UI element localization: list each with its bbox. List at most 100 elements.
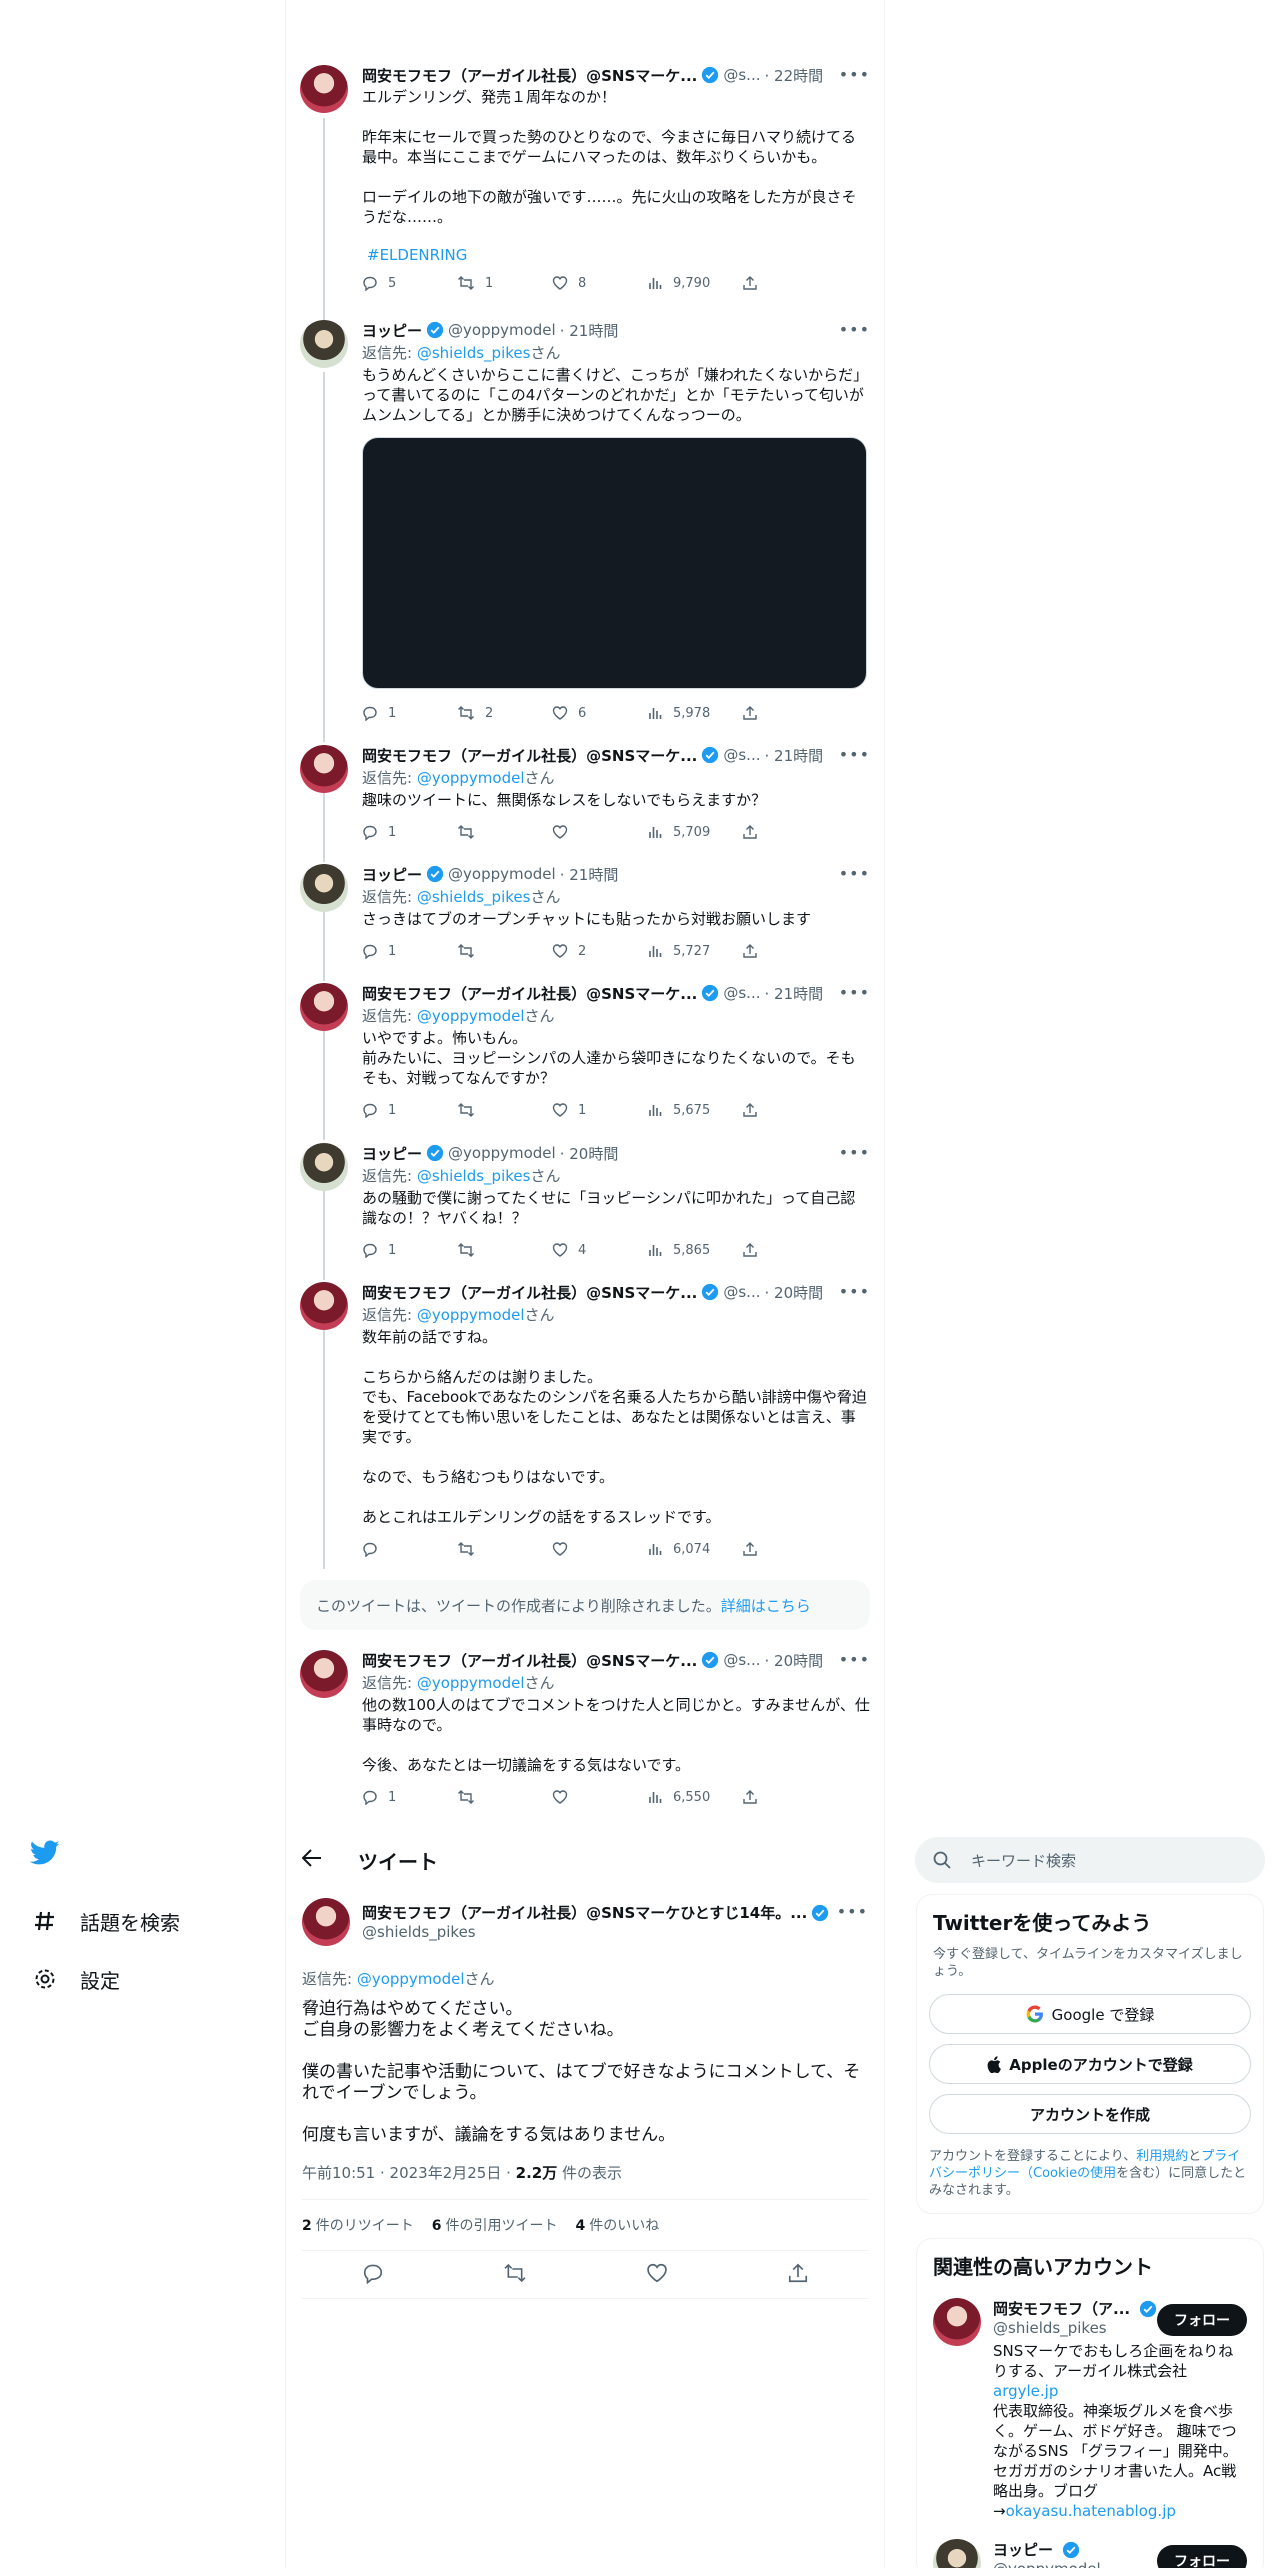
reply-mention[interactable]: @yoppymodel (417, 1306, 525, 1324)
avatar[interactable] (300, 320, 348, 368)
bio-link[interactable]: argyle.jp (993, 2382, 1058, 2400)
avatar[interactable] (300, 65, 348, 113)
video-media[interactable] (362, 437, 867, 689)
like-button[interactable]: 2 (552, 943, 647, 959)
bio-link[interactable]: okayasu.hatenablog.jp (1006, 2502, 1176, 2520)
views-button[interactable]: 5,865 (647, 1242, 742, 1258)
back-arrow-icon[interactable] (301, 1848, 338, 1872)
terms-link[interactable]: 利用規約 (1136, 2149, 1188, 2164)
hashtag-link[interactable]: #ELDENRING (362, 245, 870, 265)
reply-button[interactable]: 5 (362, 275, 457, 291)
author-name[interactable]: ヨッピー (362, 320, 422, 341)
author-name[interactable]: ヨッピー (362, 1143, 422, 1164)
related-account[interactable]: 岡安モフモフ（ア... @shields_pikes フォロー SNSマーケでお… (933, 2298, 1247, 2521)
more-options-icon[interactable]: ••• (839, 320, 870, 339)
more-options-icon[interactable]: ••• (839, 864, 870, 883)
share-button[interactable] (742, 1789, 772, 1805)
author-handle[interactable]: @s... (723, 984, 760, 1002)
reply-icon[interactable] (362, 2262, 384, 2288)
share-button[interactable] (742, 1102, 772, 1118)
reply-button[interactable]: 1 (362, 1242, 457, 1258)
more-options-icon[interactable]: ••• (839, 65, 870, 84)
thread-tweet[interactable]: ヨッピー @yoppymodel · 21時間 ••• 返信先: @shield… (300, 864, 870, 961)
twitter-logo-icon[interactable] (29, 1840, 260, 1884)
avatar[interactable] (302, 1898, 350, 1946)
retweet-icon[interactable] (503, 2262, 527, 2288)
more-options-icon[interactable]: ••• (839, 745, 870, 764)
share-button[interactable] (742, 1541, 772, 1557)
reply-button[interactable]: 1 (362, 824, 457, 840)
related-account[interactable]: ヨッピー @yoppymodel フォロー (933, 2539, 1247, 2568)
author-handle[interactable]: @s... (723, 66, 760, 84)
views-button[interactable]: 5,978 (647, 705, 742, 721)
more-options-icon[interactable]: ••• (839, 983, 870, 1002)
avatar[interactable] (933, 2298, 981, 2346)
reply-mention[interactable]: @shields_pikes (417, 344, 531, 362)
avatar[interactable] (300, 1650, 348, 1698)
thread-tweet[interactable]: 岡安モフモフ（アーガイル社長）@SNSマーケ... @s... · 21時間 •… (300, 983, 870, 1120)
author-name[interactable]: 岡安モフモフ（アーガイル社長）@SNSマーケ... (362, 745, 697, 766)
more-options-icon[interactable]: ••• (839, 1282, 870, 1301)
like-button[interactable]: 4 (552, 1242, 647, 1258)
views-button[interactable]: 6,550 (647, 1789, 742, 1805)
author-handle[interactable]: @yoppymodel (448, 1144, 556, 1162)
google-signup-button[interactable]: Google で登録 (929, 1994, 1251, 2034)
retweet-button[interactable] (457, 1102, 552, 1118)
share-button[interactable] (742, 1242, 772, 1258)
author-name[interactable]: 岡安モフモフ（アーガイル社長）@SNSマーケ... (362, 983, 697, 1004)
reply-mention[interactable]: @shields_pikes (417, 888, 531, 906)
account-name[interactable]: ヨッピー (993, 2539, 1053, 2560)
reply-button[interactable]: 1 (362, 943, 457, 959)
share-button[interactable] (742, 824, 772, 840)
retweet-button[interactable] (457, 1789, 552, 1805)
more-options-icon[interactable]: ••• (839, 1650, 870, 1669)
views-button[interactable]: 6,074 (647, 1541, 742, 1557)
author-name[interactable]: 岡安モフモフ（アーガイル社長）@SNSマーケ... (362, 1282, 697, 1303)
heart-icon[interactable] (646, 2262, 668, 2288)
retweet-button[interactable] (457, 824, 552, 840)
author-name[interactable]: 岡安モフモフ（アーガイル社長）@SNSマーケ... (362, 1650, 697, 1671)
author-name[interactable]: ヨッピー (362, 864, 422, 885)
retweet-button[interactable]: 2 (457, 705, 552, 721)
reply-button[interactable]: 1 (362, 1789, 457, 1805)
tweet-time[interactable]: · 21時間 (560, 864, 619, 885)
reply-mention[interactable]: @yoppymodel (417, 1674, 525, 1692)
more-options-icon[interactable]: ••• (839, 1143, 870, 1162)
follow-button[interactable]: フォロー (1157, 2545, 1247, 2568)
views-button[interactable]: 9,790 (647, 275, 742, 291)
like-button[interactable]: 1 (552, 1102, 647, 1118)
like-button[interactable] (552, 1789, 647, 1805)
avatar[interactable] (300, 1282, 348, 1330)
author-handle[interactable]: @yoppymodel (448, 321, 556, 339)
author-handle[interactable]: @yoppymodel (448, 865, 556, 883)
avatar[interactable] (300, 1143, 348, 1191)
reply-mention[interactable]: @yoppymodel (417, 1007, 525, 1025)
thread-tweet[interactable]: ヨッピー @yoppymodel · 21時間 ••• 返信先: @shield… (300, 320, 870, 723)
reply-button[interactable] (362, 1541, 457, 1557)
share-button[interactable] (742, 943, 772, 959)
account-name[interactable]: 岡安モフモフ（ア... (993, 2298, 1130, 2319)
reply-button[interactable]: 1 (362, 1102, 457, 1118)
views-button[interactable]: 5,727 (647, 943, 742, 959)
search-input[interactable]: キーワード検索 (915, 1837, 1265, 1883)
nav-settings[interactable]: 設定 (30, 1950, 260, 2008)
tweet-time[interactable]: · 20時間 (560, 1143, 619, 1164)
views-button[interactable]: 5,675 (647, 1102, 742, 1118)
avatar[interactable] (300, 745, 348, 793)
tweet-time[interactable]: · 22時間 (764, 65, 823, 86)
tweet-time[interactable]: · 20時間 (764, 1282, 823, 1303)
avatar[interactable] (933, 2539, 981, 2568)
thread-tweet[interactable]: ヨッピー @yoppymodel · 20時間 ••• 返信先: @shield… (300, 1143, 870, 1260)
like-button[interactable] (552, 824, 647, 840)
author-handle[interactable]: @shields_pikes (362, 1923, 868, 1941)
avatar[interactable] (300, 864, 348, 912)
tweet-time[interactable]: · 21時間 (560, 320, 619, 341)
retweet-button[interactable] (457, 1541, 552, 1557)
reply-mention[interactable]: @shields_pikes (417, 1167, 531, 1185)
tweet-time[interactable]: · 21時間 (764, 983, 823, 1004)
author-handle[interactable]: @s... (723, 1283, 760, 1301)
author-name[interactable]: 岡安モフモフ（アーガイル社長）@SNSマーケ... (362, 65, 697, 86)
tweet-timestamp[interactable]: 午前10:51 · 2023年2月25日 · 2.2万 件の表示 (302, 2162, 868, 2183)
author-name[interactable]: 岡安モフモフ（アーガイル社長）@SNSマーケひとすじ14年。... (362, 1902, 807, 1923)
tweet-time[interactable]: · 21時間 (764, 745, 823, 766)
